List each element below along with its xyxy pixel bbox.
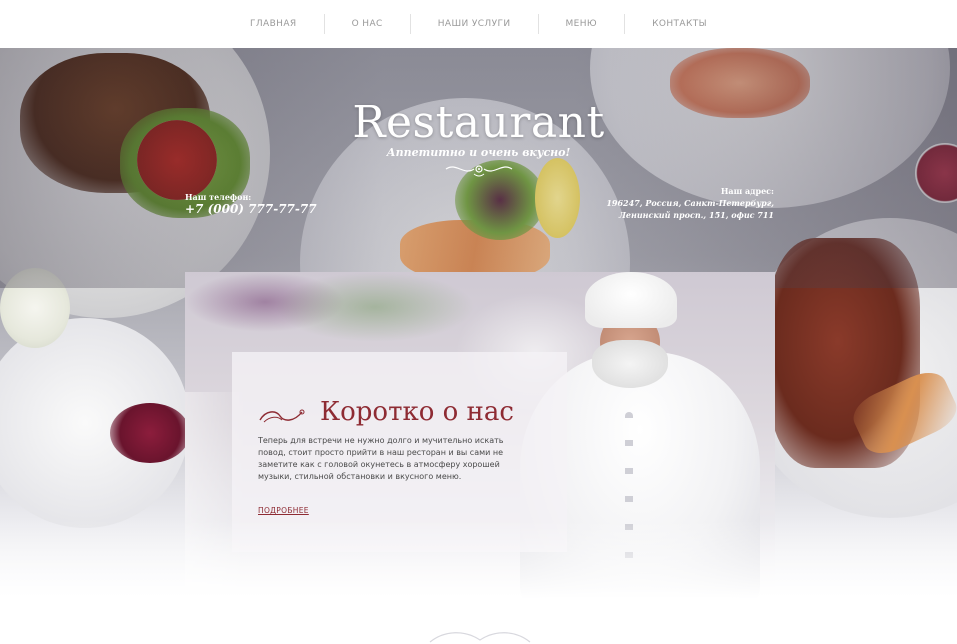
chef-beard bbox=[592, 340, 668, 388]
bokeh-background bbox=[275, 272, 475, 342]
nav-item-home[interactable]: ГЛАВНАЯ bbox=[223, 14, 324, 34]
nav-item-menu[interactable]: МЕНЮ bbox=[537, 14, 625, 34]
scroll-ornament-icon bbox=[259, 409, 305, 423]
food-dessert-image bbox=[110, 403, 190, 463]
flourish-icon bbox=[445, 165, 513, 177]
about-title: Коротко о нас bbox=[320, 397, 514, 427]
nav-item-services[interactable]: НАШИ УСЛУГИ bbox=[409, 14, 538, 34]
chef-hat bbox=[585, 272, 677, 328]
phone-number-link[interactable]: +7 (000) 777-77-77 bbox=[185, 202, 317, 216]
main-nav: ГЛАВНАЯ О НАС НАШИ УСЛУГИ МЕНЮ КОНТАКТЫ bbox=[0, 0, 957, 48]
read-more-link[interactable]: ПОДРОБНЕЕ bbox=[258, 506, 309, 515]
brand-logo-text[interactable]: Restaurant bbox=[0, 97, 957, 148]
phone-label: Наш телефон: bbox=[185, 192, 252, 202]
address-label: Наш адрес: bbox=[720, 186, 774, 196]
tagline: Аппетитно и очень вкусно! bbox=[386, 146, 571, 159]
address-line: Ленинский просп., 151, офис 711 bbox=[618, 210, 774, 220]
ornament-divider-icon bbox=[429, 632, 531, 643]
address-line: 196247, Россия, Санкт-Петербург, bbox=[606, 198, 774, 208]
nav-item-contacts[interactable]: КОНТАКТЫ bbox=[624, 14, 734, 34]
about-text: Теперь для встречи не нужно долго и мучи… bbox=[258, 436, 504, 481]
bottom-fade bbox=[0, 520, 957, 641]
nav-item-about[interactable]: О НАС bbox=[323, 14, 410, 34]
